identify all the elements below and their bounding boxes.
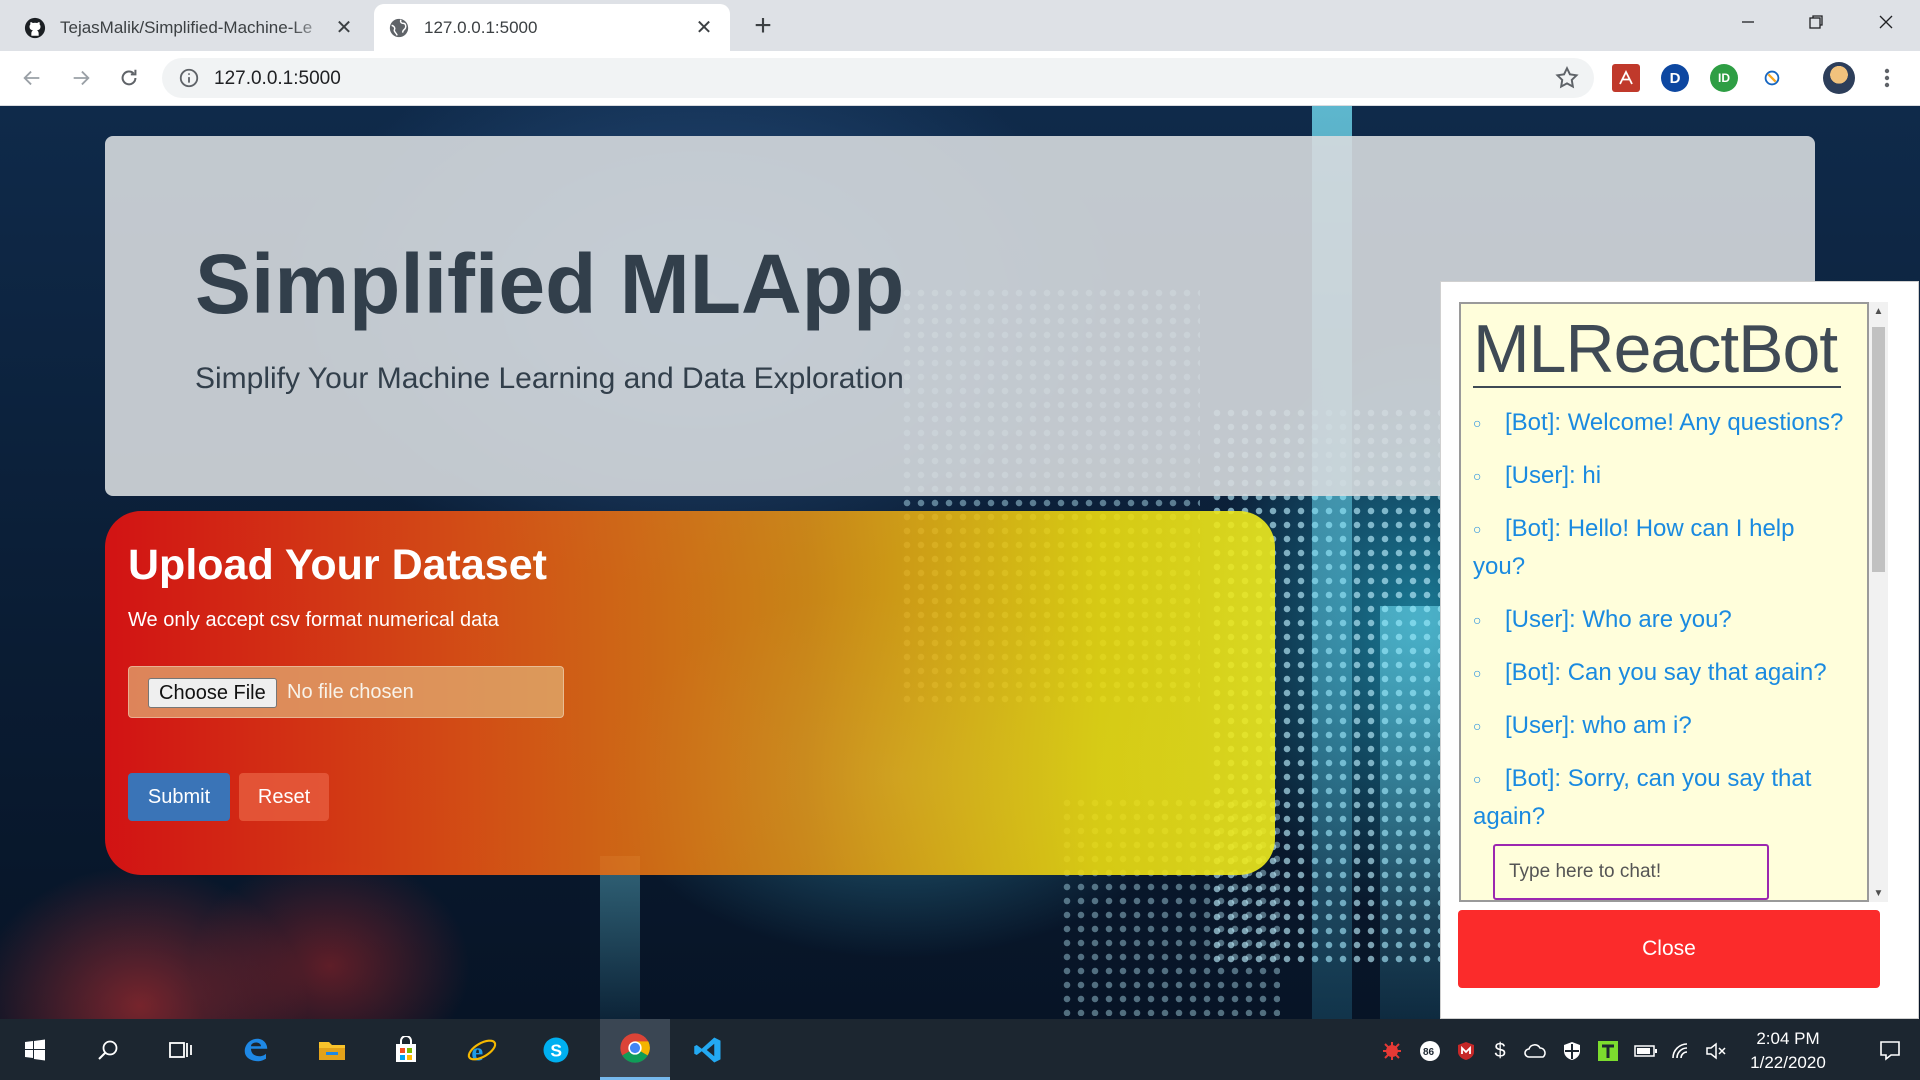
svg-text:86: 86 (1423, 1047, 1435, 1058)
github-icon (24, 17, 46, 38)
reset-button[interactable]: Reset (239, 773, 329, 821)
svg-text:e: e (471, 1036, 483, 1065)
reload-icon[interactable] (112, 61, 146, 95)
clock-time: 2:04 PM (1756, 1029, 1820, 1048)
tab-close-icon[interactable]: ✕ (692, 16, 716, 40)
chatbot-title: MLReactBot (1473, 312, 1841, 388)
chat-message: [Bot]: Can you say that again? (1461, 654, 1853, 692)
globe-icon (389, 18, 409, 37)
tray-battery-icon[interactable] (1634, 1039, 1658, 1063)
id-extension-icon[interactable]: ID (1710, 64, 1738, 92)
bookmark-star-icon[interactable] (1554, 65, 1580, 91)
background-beam (600, 856, 640, 1019)
internet-explorer-icon[interactable]: e (452, 1019, 512, 1080)
chat-log[interactable]: MLReactBot [Bot]: Welcome! Any questions… (1459, 302, 1869, 902)
page-title: Simplified MLApp (195, 237, 905, 331)
clock-date: 1/22/2020 (1750, 1053, 1826, 1072)
scroll-thumb[interactable] (1872, 327, 1885, 572)
chat-message: [User]: who am i? (1461, 707, 1853, 745)
tray-defender-icon[interactable] (1560, 1039, 1584, 1063)
file-input[interactable]: Choose File No file chosen (128, 666, 564, 718)
chat-message: [Bot]: Welcome! Any questions? (1461, 404, 1853, 442)
site-info-icon[interactable] (178, 67, 200, 89)
tab-close-icon[interactable]: ✕ (332, 16, 356, 40)
chat-message: [User]: Who are you? (1461, 601, 1853, 639)
upload-card: Upload Your Dataset We only accept csv f… (105, 511, 1275, 875)
back-icon[interactable] (15, 61, 49, 95)
upload-subtitle: We only accept csv format numerical data (128, 609, 499, 631)
tab-title: 127.0.0.1:5000 (424, 17, 538, 37)
tab-strip: TejasMalik/Simplified-Machine-Le ✕ 127.0… (0, 0, 1920, 51)
chat-message: [Bot]: Hello! How can I help you? (1461, 510, 1853, 586)
tray-app-icon[interactable]: 86 (1418, 1039, 1442, 1063)
tray-mcafee-icon[interactable] (1454, 1039, 1478, 1063)
svg-text:S: S (550, 1040, 562, 1060)
skype-icon[interactable]: S (526, 1019, 586, 1080)
close-icon[interactable] (1858, 0, 1914, 44)
windows-taskbar: e S 86 $ 2:04 PM 1/22/2020 (0, 1019, 1920, 1080)
dashlane-extension-icon[interactable]: D (1661, 64, 1689, 92)
background-beam (1380, 606, 1440, 1019)
notifications-icon[interactable] (1860, 1019, 1920, 1080)
task-view-icon[interactable] (150, 1019, 210, 1080)
restore-icon[interactable] (1788, 0, 1844, 44)
minimize-icon[interactable] (1720, 0, 1776, 44)
search-icon[interactable] (78, 1019, 138, 1080)
submit-button[interactable]: Submit (128, 773, 230, 821)
new-tab-button[interactable]: + (748, 8, 778, 44)
chatbot-panel: MLReactBot [Bot]: Welcome! Any questions… (1440, 281, 1919, 1019)
pdf-extension-icon[interactable] (1612, 64, 1640, 92)
tab-localhost[interactable]: 127.0.0.1:5000 ✕ (374, 4, 730, 51)
chat-input[interactable]: Type here to chat! (1493, 844, 1769, 900)
tray-todo-icon[interactable] (1596, 1039, 1620, 1063)
chat-message: [Bot]: Sorry, can you say that again? (1461, 760, 1853, 836)
choose-file-button[interactable]: Choose File (148, 678, 277, 708)
page-subtitle: Simplify Your Machine Learning and Data … (195, 362, 904, 395)
tab-github[interactable]: TejasMalik/Simplified-Machine-Le ✕ (10, 4, 370, 51)
tray-virus-icon[interactable] (1380, 1039, 1404, 1063)
chat-message: [User]: hi (1461, 457, 1853, 495)
start-icon[interactable] (5, 1019, 65, 1080)
tray-wifi-icon[interactable] (1670, 1039, 1694, 1063)
browser-toolbar: 127.0.0.1:5000 D ID (0, 51, 1920, 106)
chrome-icon[interactable] (600, 1019, 670, 1080)
store-icon[interactable] (376, 1019, 436, 1080)
scroll-up-icon[interactable]: ▲ (1869, 302, 1888, 320)
scroll-down-icon[interactable]: ▼ (1869, 884, 1888, 902)
sync-extension-icon[interactable] (1758, 64, 1786, 92)
avatar[interactable] (1823, 62, 1855, 94)
url-text: 127.0.0.1:5000 (214, 68, 341, 89)
tray-onedrive-icon[interactable] (1524, 1039, 1548, 1063)
edge-icon[interactable] (226, 1019, 286, 1080)
menu-icon[interactable] (1870, 61, 1904, 95)
tray-volume-muted-icon[interactable] (1704, 1039, 1728, 1063)
vscode-icon[interactable] (676, 1019, 740, 1080)
tab-title: TejasMalik/Simplified-Machine-Le (60, 17, 313, 37)
address-bar[interactable]: 127.0.0.1:5000 (162, 58, 1594, 98)
close-chat-button[interactable]: Close (1458, 910, 1880, 988)
file-explorer-icon[interactable] (302, 1019, 362, 1080)
chat-message-list: [Bot]: Welcome! Any questions? [User]: h… (1461, 404, 1853, 851)
file-status: No file chosen (287, 681, 414, 703)
forward-icon[interactable] (64, 61, 98, 95)
upload-title: Upload Your Dataset (128, 541, 547, 589)
chat-scrollbar[interactable]: ▲ ▼ (1869, 302, 1888, 902)
tray-dollar-icon[interactable]: $ (1488, 1039, 1512, 1063)
taskbar-clock[interactable]: 2:04 PM 1/22/2020 (1730, 1027, 1846, 1075)
